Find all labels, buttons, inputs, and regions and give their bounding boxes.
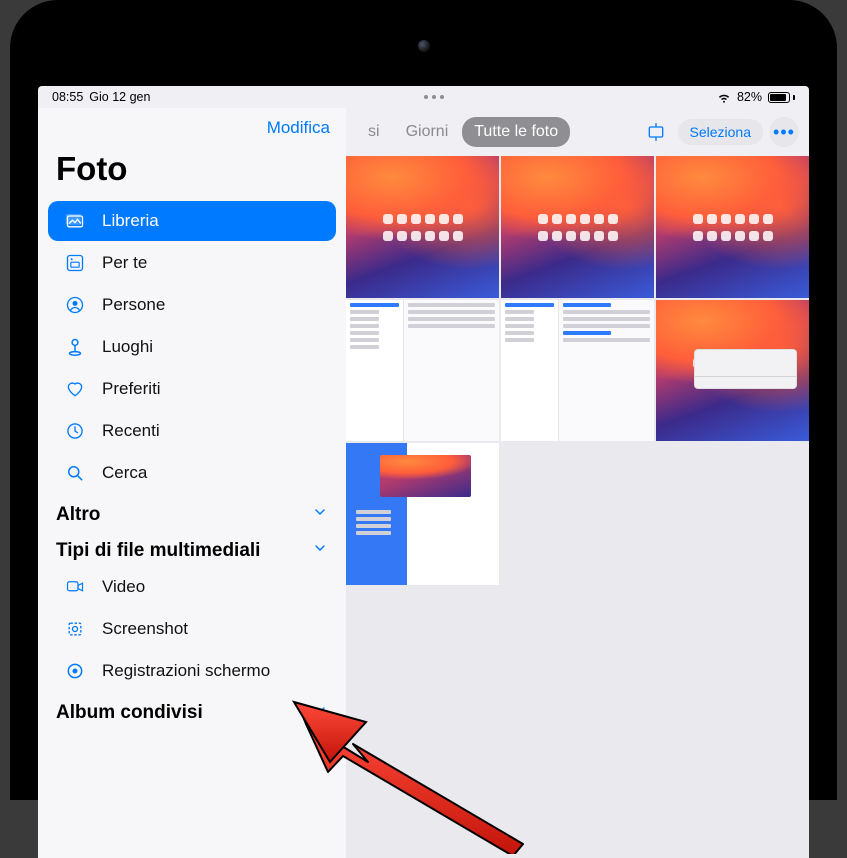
sidebar: Modifica Foto Libreria Per te (38, 108, 346, 858)
view-segmented-control[interactable]: si Giorni Tutte le foto (356, 117, 570, 147)
photo-thumb[interactable] (346, 156, 499, 298)
battery-percent: 82% (737, 90, 762, 104)
screenshot-icon (62, 618, 88, 640)
sidebar-item-label: Video (102, 577, 145, 597)
sidebar-item-label: Per te (102, 253, 147, 273)
photo-grid[interactable] (346, 156, 809, 585)
chevron-down-icon (312, 504, 328, 526)
heart-icon (62, 378, 88, 400)
section-media-types[interactable]: Tipi di file multimediali (38, 530, 346, 566)
chevron-down-icon (312, 702, 328, 724)
clock-icon (62, 420, 88, 442)
tab-giorni[interactable]: Giorni (394, 117, 461, 147)
photo-thumb-empty (501, 443, 654, 585)
sidebar-item-label: Libreria (102, 211, 159, 231)
main-content: si Giorni Tutte le foto Seleziona ••• (346, 108, 809, 858)
section-other[interactable]: Altro (38, 494, 346, 530)
sidebar-item-label: Preferiti (102, 379, 161, 399)
sidebar-item-label: Recenti (102, 421, 160, 441)
sidebar-item-library[interactable]: Libreria (48, 201, 336, 241)
section-label: Album condivisi (56, 702, 203, 724)
photo-thumb[interactable] (346, 300, 499, 442)
sidebar-item-recents[interactable]: Recenti (48, 411, 336, 451)
edit-button[interactable]: Modifica (267, 118, 330, 138)
screen-recording-icon (62, 660, 88, 682)
sidebar-item-label: Registrazioni schermo (102, 661, 270, 681)
screen: 08:55 Gio 12 gen 82% Modifi (38, 86, 809, 858)
sidebar-item-label: Screenshot (102, 619, 188, 639)
status-date: Gio 12 gen (89, 90, 150, 104)
main-toolbar: si Giorni Tutte le foto Seleziona ••• (346, 108, 809, 156)
wifi-icon (717, 90, 731, 104)
video-icon (62, 576, 88, 598)
for-you-icon (62, 252, 88, 274)
status-time: 08:55 (52, 90, 83, 104)
media-type-screenshot[interactable]: Screenshot (48, 609, 336, 649)
photo-library-icon (62, 210, 88, 232)
section-label: Tipi di file multimediali (56, 540, 260, 562)
tab-mesi[interactable]: si (356, 117, 392, 147)
device-camera (418, 40, 430, 52)
more-button[interactable]: ••• (769, 117, 799, 147)
device-frame: 08:55 Gio 12 gen 82% Modifi (10, 0, 837, 800)
sidebar-item-label: Cerca (102, 463, 147, 483)
aspect-ratio-icon (645, 122, 667, 142)
sidebar-item-for-you[interactable]: Per te (48, 243, 336, 283)
photo-thumb-empty (656, 443, 809, 585)
media-type-video[interactable]: Video (48, 567, 336, 607)
multitask-grabber[interactable] (150, 95, 717, 99)
sidebar-item-places[interactable]: Luoghi (48, 327, 336, 367)
sidebar-item-favorites[interactable]: Preferiti (48, 369, 336, 409)
section-shared-albums[interactable]: Album condivisi (38, 692, 346, 728)
select-button[interactable]: Seleziona (678, 119, 764, 145)
search-icon (62, 462, 88, 484)
media-type-screen-recording[interactable]: Registrazioni schermo (48, 651, 336, 691)
aspect-ratio-button[interactable] (640, 117, 672, 147)
tab-tutte-le-foto[interactable]: Tutte le foto (462, 117, 570, 147)
chevron-down-icon (312, 540, 328, 562)
photo-thumb[interactable] (346, 443, 499, 585)
status-bar: 08:55 Gio 12 gen 82% (38, 86, 809, 108)
ellipsis-icon: ••• (773, 122, 795, 143)
sidebar-item-label: Persone (102, 295, 165, 315)
people-icon (62, 294, 88, 316)
photo-thumb[interactable] (656, 156, 809, 298)
photo-thumb[interactable] (501, 156, 654, 298)
battery-icon (768, 92, 795, 103)
sidebar-item-label: Luoghi (102, 337, 153, 357)
sidebar-item-search[interactable]: Cerca (48, 453, 336, 493)
section-label: Altro (56, 504, 100, 526)
photo-thumb[interactable] (656, 300, 809, 442)
sidebar-item-people[interactable]: Persone (48, 285, 336, 325)
sidebar-title: Foto (38, 146, 346, 200)
photo-thumb[interactable] (501, 300, 654, 442)
places-icon (62, 336, 88, 358)
